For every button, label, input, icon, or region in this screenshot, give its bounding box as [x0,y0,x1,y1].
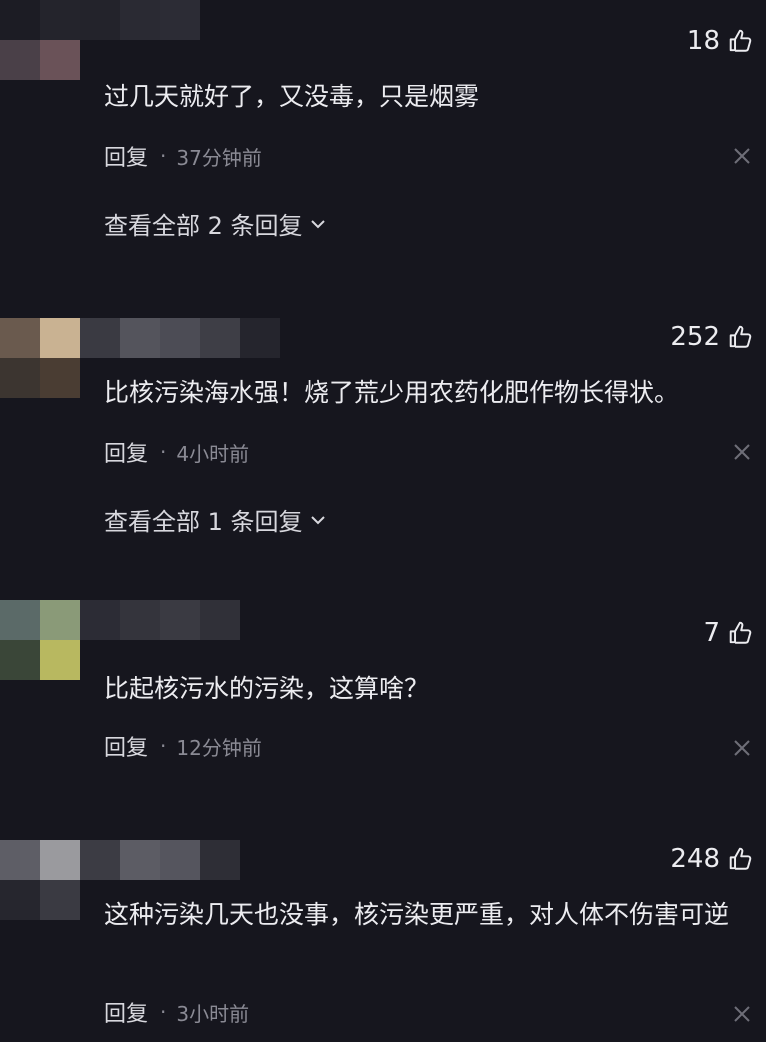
timestamp: 12分钟前 [176,735,262,760]
comment-meta: 回复 · 4小时前 [104,436,249,468]
comment-meta: 回复 · 37分钟前 [104,140,262,172]
separator-dot: · [160,734,167,758]
chevron-down-icon [310,219,325,228]
comment-meta: 回复 · 12分钟前 [104,730,262,762]
thumbs-up-icon [729,621,752,644]
reply-button[interactable]: 回复 [104,436,148,468]
comment-meta: 回复 · 3小时前 [104,996,249,1028]
like-button[interactable]: 7 [703,618,754,648]
timestamp: 3小时前 [176,1001,250,1026]
separator-dot: · [160,144,167,168]
avatar[interactable] [0,600,80,680]
reply-button[interactable]: 回复 [104,730,148,762]
timestamp: 37分钟前 [176,145,262,170]
thumbs-up-icon [729,325,752,348]
thumbs-up-icon [729,847,752,870]
reply-button[interactable]: 回复 [104,140,148,172]
comment-text: 这种污染几天也没事，核污染更严重，对人体不伤害可逆 [104,900,730,929]
like-button[interactable]: 248 [670,844,754,874]
view-all-replies-label: 查看全部 2 条回复 [104,212,303,240]
view-all-replies-button[interactable]: 查看全部 1 条回复 [104,502,327,537]
close-icon[interactable] [732,442,752,462]
avatar[interactable] [0,840,80,920]
view-all-replies-button[interactable]: 查看全部 2 条回复 [104,206,327,241]
like-count: 18 [686,26,720,56]
chevron-down-icon [310,515,325,524]
close-icon[interactable] [732,1004,752,1024]
like-button[interactable]: 252 [670,322,754,352]
avatar[interactable] [0,0,80,80]
separator-dot: · [160,1000,167,1024]
username-blurred[interactable] [80,840,240,880]
like-count: 248 [670,844,720,874]
avatar[interactable] [0,318,80,398]
username-blurred[interactable] [80,0,200,40]
username-blurred[interactable] [80,600,240,640]
username-blurred[interactable] [80,318,280,358]
reply-button[interactable]: 回复 [104,996,148,1028]
timestamp: 4小时前 [176,441,250,466]
like-count: 7 [703,618,720,648]
close-icon[interactable] [732,738,752,758]
view-all-replies-label: 查看全部 1 条回复 [104,508,303,536]
like-count: 252 [670,322,720,352]
thumbs-up-icon [729,29,752,52]
like-button[interactable]: 18 [687,26,754,56]
comment-text: 比起核污水的污染，这算啥？ [104,674,430,703]
separator-dot: · [160,440,167,464]
comment-text: 过几天就好了，又没毒，只是烟雾 [104,82,480,111]
comment-text: 比核污染海水强！烧了荒少用农药化肥作物长得状。 [104,378,680,407]
close-icon[interactable] [732,146,752,166]
